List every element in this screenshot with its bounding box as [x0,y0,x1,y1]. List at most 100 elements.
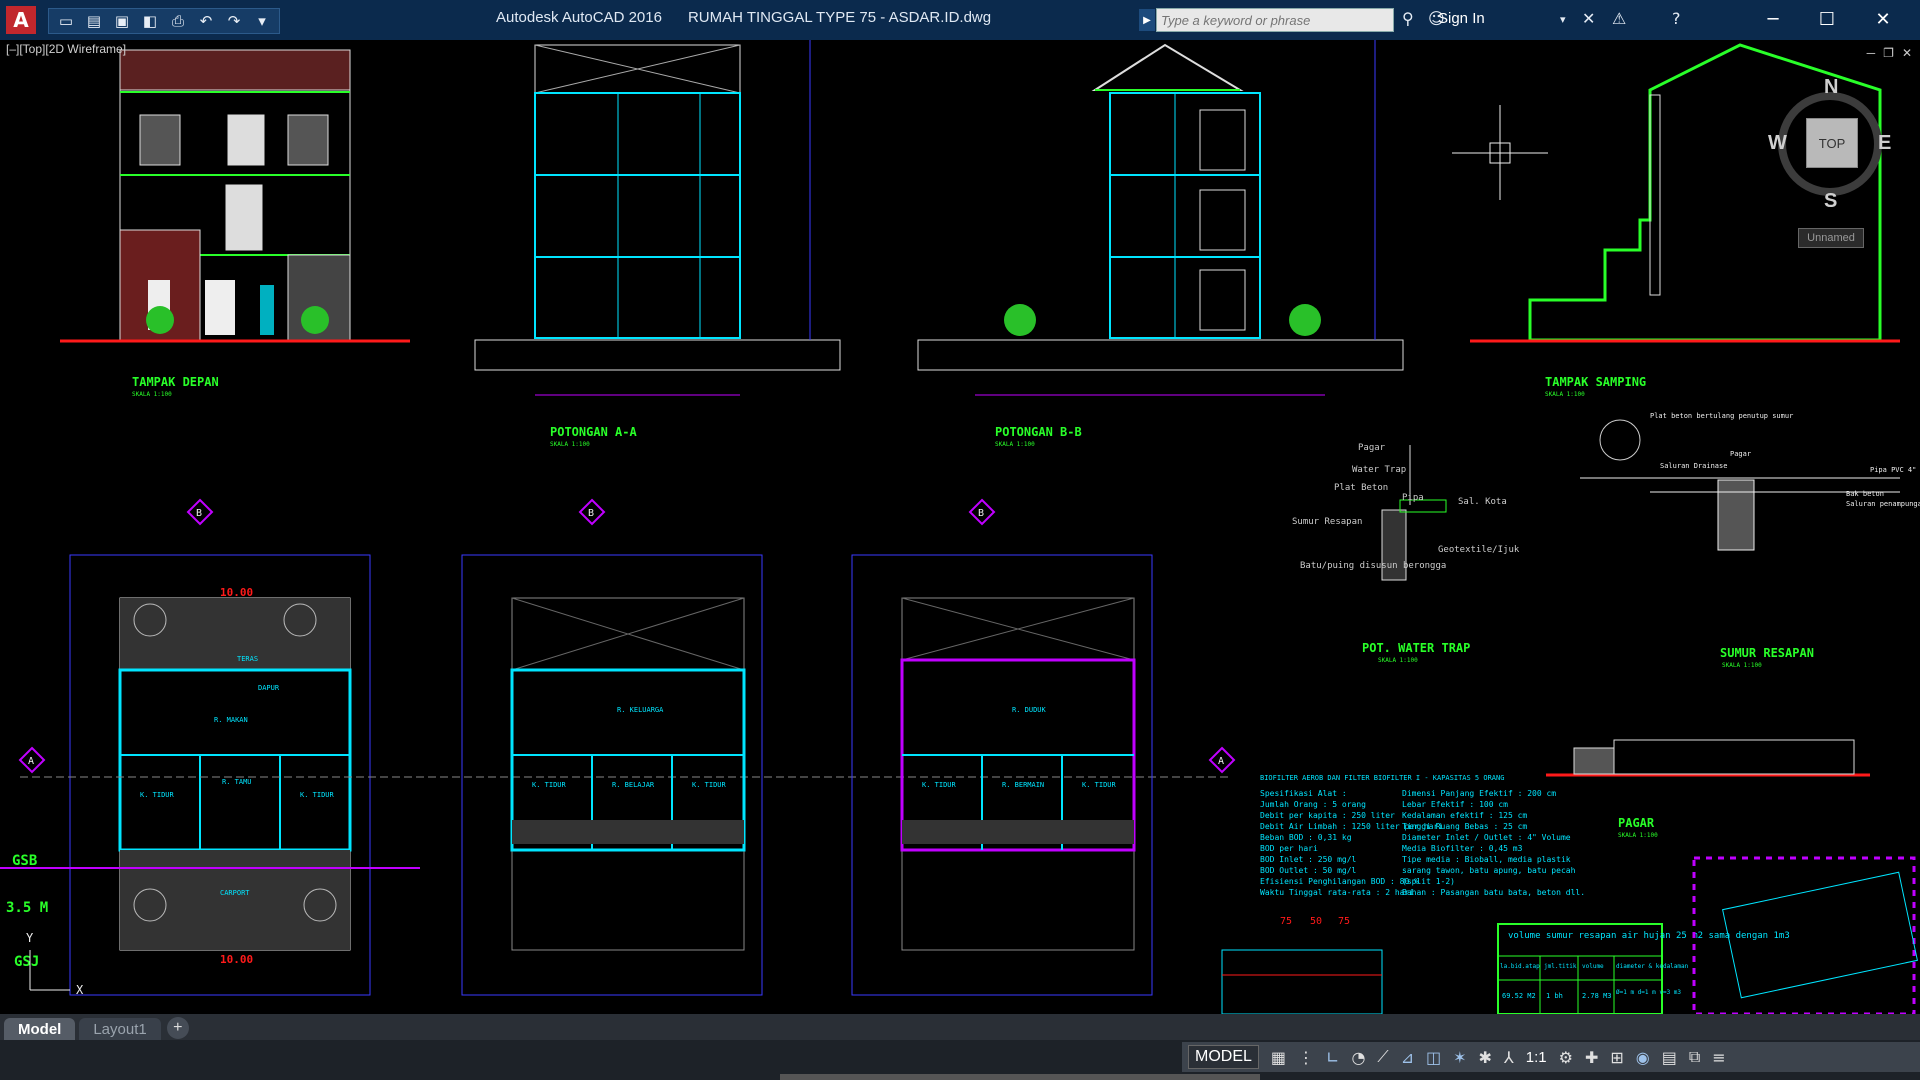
room-keluarga: R. KELUARGA [617,706,664,714]
table-cell-0: 69.52 M2 [1502,992,1536,1000]
room-dapur: DAPUR [258,684,280,692]
new-icon[interactable]: ▭ [55,11,77,31]
add-layout-icon[interactable]: + [166,1017,189,1039]
room-belajar: R. BELAJAR [612,781,655,789]
room-bermain: R. BERMAIN [1002,781,1044,789]
bio-right-7: sarang tawon, batu apung, batu pecah [1402,866,1576,875]
save-icon[interactable]: ▣ [111,11,133,31]
viewport-label[interactable]: [–][Top][2D Wireframe] [6,42,126,56]
print-icon[interactable]: ⎙ [167,11,189,31]
exchange-icon[interactable]: ✕ [1582,9,1595,28]
grid-icon[interactable]: ▦ [1271,1048,1286,1067]
wt-note-pipa: Pipa [1402,493,1424,503]
app-name: Autodesk AutoCAD 2016 [496,9,662,26]
otrack-icon[interactable]: ◫ [1426,1048,1441,1067]
hardware-accel-icon[interactable]: ▤ [1662,1048,1677,1067]
tab-model[interactable]: Model [4,1018,76,1040]
clean-screen-icon[interactable]: ⧉ [1689,1047,1700,1067]
small-dim-2: 75 [1338,916,1350,927]
redo-icon[interactable]: ↷ [223,11,245,31]
viewcube[interactable]: N S W E TOP [1768,76,1891,220]
status-toggles: MODEL ▦ ⋮ ∟ ◔ ⟋ ⊿ ◫ ✶ ✱ ⅄ 1:1 ⚙ ✚ ⊞ ◉ ▤ … [1182,1042,1920,1072]
tab-layout1[interactable]: Layout1 [79,1018,161,1040]
floor-plan-third [851,554,1153,996]
compass-north[interactable]: N [1824,76,1838,99]
scale-water-trap: SKALA 1:100 [1378,657,1418,664]
vp-restore-icon[interactable]: ❐ [1883,46,1894,60]
ortho-icon[interactable]: ∟ [1326,1048,1339,1067]
a360-icon[interactable]: ⚠ [1612,9,1626,28]
wt-note-sumur: Sumur Resapan [1292,517,1362,527]
signin-dropdown-icon[interactable]: ▾ [1560,13,1566,26]
search-input[interactable] [1157,11,1383,29]
snap-icon[interactable]: ⋮ [1298,1048,1314,1067]
room-makan: R. MAKAN [214,716,248,724]
vp-minimize-icon[interactable]: ─ [1867,46,1876,60]
bio-right-2: Kedalaman efektif : 125 cm [1402,811,1527,820]
binoculars-icon[interactable]: ⚲ [1402,9,1414,28]
label-water-trap: POT. WATER TRAP [1362,641,1470,655]
command-line[interactable] [780,1074,1260,1080]
room-tidur-6: K. TIDUR [1082,781,1117,789]
compass-south[interactable]: S [1824,190,1837,213]
compass-west[interactable]: W [1768,132,1787,155]
small-dim-0: 75 [1280,916,1292,927]
label-gsb-dim: 3.5 M [6,900,48,916]
viewcube-top-face[interactable]: TOP [1806,118,1858,168]
bio-right-1: Lebar Efektif : 100 cm [1402,800,1508,809]
help-icon[interactable]: ? [1672,9,1681,28]
sumur-resapan-detail [1580,419,1900,551]
osnap-icon[interactable]: ⊿ [1401,1048,1414,1067]
model-space-button[interactable]: MODEL [1188,1045,1259,1069]
maximize-icon[interactable]: ☐ [1804,4,1850,34]
bio-left-4: Beban BOD : 0,31 kg [1260,833,1352,842]
open-icon[interactable]: ▤ [83,11,105,31]
undo-icon[interactable]: ↶ [195,11,217,31]
pagar-detail [1546,739,1870,777]
annotation-monitor-icon[interactable]: ✚ [1585,1048,1598,1067]
units-icon[interactable]: ⊞ [1610,1048,1623,1067]
sign-in-button[interactable]: Sign In [1438,10,1485,27]
dropdown-icon[interactable]: ▾ [251,11,273,31]
annotation-scale-icon[interactable]: ⅄ [1504,1048,1514,1067]
close-icon[interactable]: ✕ [1860,4,1906,34]
customize-icon[interactable]: ≡ [1712,1048,1725,1067]
wt-note-plat: Plat Beton [1334,483,1388,493]
wt-note-pagar: Pagar [1358,443,1386,453]
logo-letter: A [13,8,29,32]
minimize-icon[interactable]: ─ [1750,4,1796,34]
room-tidur-4: K. TIDUR [692,781,727,789]
room-tidur-5: K. TIDUR [922,781,957,789]
grid-a-1: A [28,756,34,767]
bio-left-7: BOD Outlet : 50 mg/l [1260,866,1357,875]
label-tampak-samping: TAMPAK SAMPING [1545,375,1646,389]
ucs-menu[interactable]: Unnamed [1798,228,1864,248]
autocad-logo-icon[interactable]: A [6,6,36,34]
label-potongan-aa: POTONGAN A-A [550,425,637,439]
bio-right-8: (split 1-2) [1402,877,1455,886]
compass-east[interactable]: E [1878,132,1891,155]
label-potongan-bb: POTONGAN B-B [995,425,1082,439]
floor-plan-second [461,554,763,996]
vp-close-icon[interactable]: ✕ [1902,46,1912,60]
room-tamu: R. TAMU [222,778,252,786]
autoscale-icon[interactable]: ✱ [1479,1048,1492,1067]
table-head-3: diameter & kedalaman [1616,963,1689,970]
label-sumur-resapan: SUMUR RESAPAN [1720,646,1814,660]
label-gsj: GSJ [14,954,39,970]
saveas-icon[interactable]: ◧ [139,11,161,31]
small-dim-1: 50 [1310,916,1322,927]
isolate-objects-icon[interactable]: ◉ [1636,1048,1650,1067]
workspace-gear-icon[interactable]: ⚙ [1559,1048,1573,1067]
search-expand-icon[interactable]: ▶ [1139,9,1155,31]
room-teras: TERAS [237,655,258,663]
room-tidur-1: K. TIDUR [140,791,175,799]
annotation-visibility-icon[interactable]: ✶ [1453,1048,1466,1067]
polar-icon[interactable]: ◔ [1351,1048,1365,1067]
isodraft-icon[interactable]: ⟋ [1377,1047,1388,1067]
sr-note-pipa: Pipa PVC 4" [1870,466,1916,474]
layout-tabs: Model Layout1 + [0,1014,1920,1040]
table-cell-2: 2.78 M3 [1582,992,1612,1000]
scale-dropdown[interactable]: 1:1 [1526,1049,1547,1066]
drawing-canvas[interactable]: TAMPAK DEPAN SKALA 1:100 POTONGAN A-A SK… [0,40,1920,1016]
